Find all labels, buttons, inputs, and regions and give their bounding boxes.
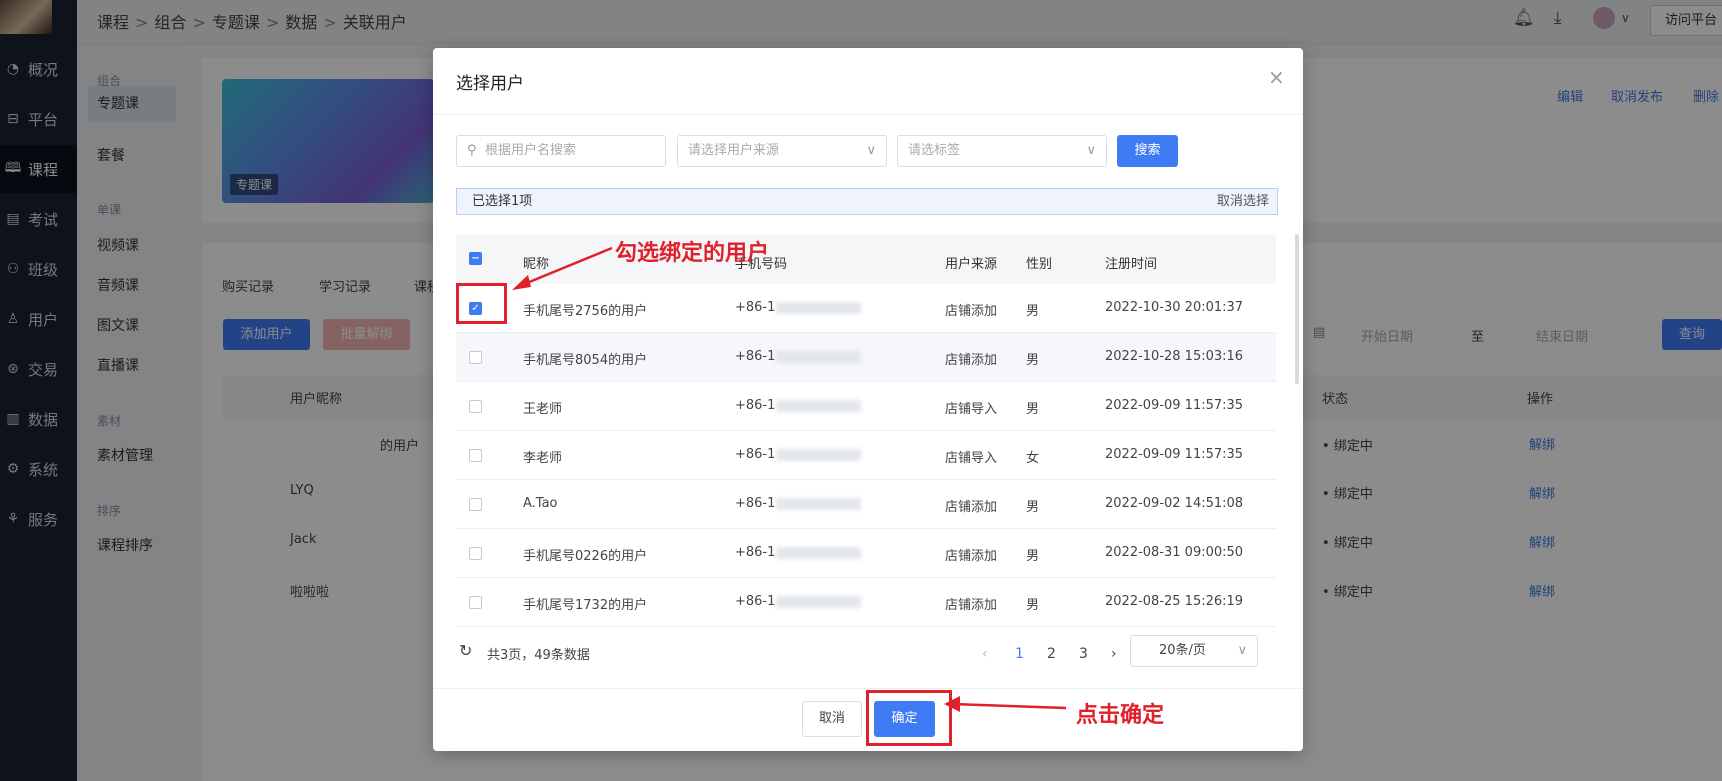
annotation-confirm-hint: 点击确定 [1076, 702, 1165, 728]
annotation-select-hint: 勾选绑定的用户 [615, 240, 770, 266]
annotation-arrows [512, 246, 1067, 712]
